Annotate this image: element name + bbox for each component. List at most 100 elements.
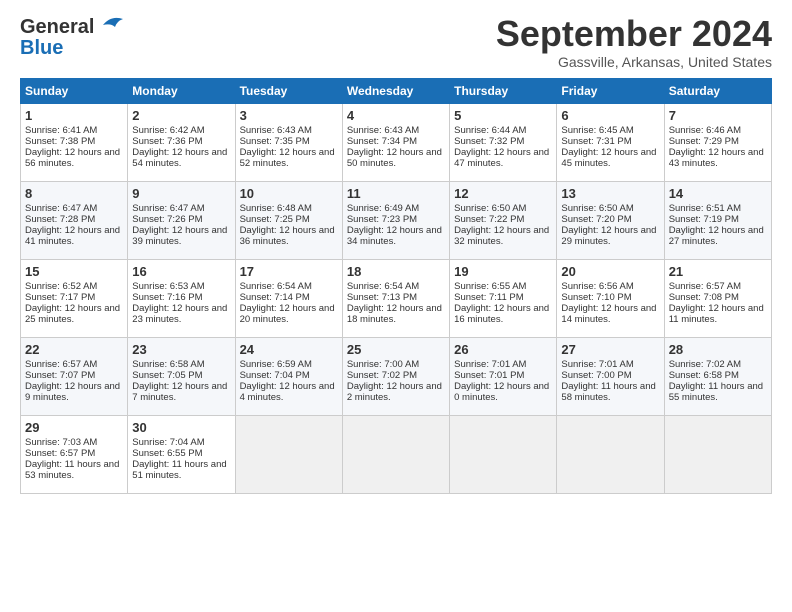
sunrise-text: Sunrise: 7:02 AM bbox=[669, 359, 741, 370]
calendar-week-2: 8Sunrise: 6:47 AMSunset: 7:28 PMDaylight… bbox=[21, 182, 772, 260]
calendar-cell: 13Sunrise: 6:50 AMSunset: 7:20 PMDayligh… bbox=[557, 182, 664, 260]
sunset-text: Sunset: 7:14 PM bbox=[240, 292, 310, 303]
sunrise-text: Sunrise: 6:47 AM bbox=[25, 203, 97, 214]
calendar-cell bbox=[342, 416, 449, 494]
sunrise-text: Sunrise: 6:56 AM bbox=[561, 281, 633, 292]
day-number: 4 bbox=[347, 108, 445, 123]
sunset-text: Sunset: 7:10 PM bbox=[561, 292, 631, 303]
sunset-text: Sunset: 7:31 PM bbox=[561, 136, 631, 147]
day-number: 18 bbox=[347, 264, 445, 279]
logo-blue-text: Blue bbox=[20, 37, 63, 60]
sunset-text: Sunset: 7:19 PM bbox=[669, 214, 739, 225]
calendar-cell: 22Sunrise: 6:57 AMSunset: 7:07 PMDayligh… bbox=[21, 338, 128, 416]
calendar-cell bbox=[235, 416, 342, 494]
sunrise-text: Sunrise: 6:50 AM bbox=[454, 203, 526, 214]
day-number: 26 bbox=[454, 342, 552, 357]
daylight-text: Daylight: 12 hours and 45 minutes. bbox=[561, 147, 656, 169]
sunset-text: Sunset: 7:04 PM bbox=[240, 370, 310, 381]
calendar-cell: 29Sunrise: 7:03 AMSunset: 6:57 PMDayligh… bbox=[21, 416, 128, 494]
sunrise-text: Sunrise: 6:55 AM bbox=[454, 281, 526, 292]
day-number: 27 bbox=[561, 342, 659, 357]
daylight-text: Daylight: 12 hours and 25 minutes. bbox=[25, 303, 120, 325]
daylight-text: Daylight: 12 hours and 23 minutes. bbox=[132, 303, 227, 325]
calendar-cell: 18Sunrise: 6:54 AMSunset: 7:13 PMDayligh… bbox=[342, 260, 449, 338]
daylight-text: Daylight: 12 hours and 7 minutes. bbox=[132, 381, 227, 403]
calendar-cell: 15Sunrise: 6:52 AMSunset: 7:17 PMDayligh… bbox=[21, 260, 128, 338]
daylight-text: Daylight: 11 hours and 53 minutes. bbox=[25, 459, 119, 481]
calendar-cell: 10Sunrise: 6:48 AMSunset: 7:25 PMDayligh… bbox=[235, 182, 342, 260]
calendar-cell: 24Sunrise: 6:59 AMSunset: 7:04 PMDayligh… bbox=[235, 338, 342, 416]
sunrise-text: Sunrise: 7:00 AM bbox=[347, 359, 419, 370]
sunrise-text: Sunrise: 6:59 AM bbox=[240, 359, 312, 370]
sunset-text: Sunset: 7:00 PM bbox=[561, 370, 631, 381]
sunset-text: Sunset: 7:25 PM bbox=[240, 214, 310, 225]
calendar-cell: 17Sunrise: 6:54 AMSunset: 7:14 PMDayligh… bbox=[235, 260, 342, 338]
daylight-text: Daylight: 12 hours and 56 minutes. bbox=[25, 147, 120, 169]
location: Gassville, Arkansas, United States bbox=[496, 54, 772, 70]
logo-text: General bbox=[20, 16, 94, 39]
calendar-cell: 3Sunrise: 6:43 AMSunset: 7:35 PMDaylight… bbox=[235, 104, 342, 182]
sunrise-text: Sunrise: 6:45 AM bbox=[561, 125, 633, 136]
daylight-text: Daylight: 12 hours and 20 minutes. bbox=[240, 303, 335, 325]
daylight-text: Daylight: 12 hours and 16 minutes. bbox=[454, 303, 549, 325]
month-title: September 2024 bbox=[496, 16, 772, 52]
sunset-text: Sunset: 7:29 PM bbox=[669, 136, 739, 147]
day-number: 28 bbox=[669, 342, 767, 357]
day-number: 2 bbox=[132, 108, 230, 123]
calendar-week-1: 1Sunrise: 6:41 AMSunset: 7:38 PMDaylight… bbox=[21, 104, 772, 182]
day-number: 29 bbox=[25, 420, 123, 435]
day-number: 15 bbox=[25, 264, 123, 279]
col-header-sunday: Sunday bbox=[21, 79, 128, 104]
calendar-cell: 16Sunrise: 6:53 AMSunset: 7:16 PMDayligh… bbox=[128, 260, 235, 338]
sunset-text: Sunset: 7:22 PM bbox=[454, 214, 524, 225]
sunrise-text: Sunrise: 7:03 AM bbox=[25, 437, 97, 448]
calendar-cell: 28Sunrise: 7:02 AMSunset: 6:58 PMDayligh… bbox=[664, 338, 771, 416]
calendar-cell bbox=[664, 416, 771, 494]
sunrise-text: Sunrise: 7:01 AM bbox=[454, 359, 526, 370]
sunset-text: Sunset: 7:34 PM bbox=[347, 136, 417, 147]
logo-bird-icon bbox=[97, 15, 125, 37]
sunset-text: Sunset: 7:26 PM bbox=[132, 214, 202, 225]
col-header-wednesday: Wednesday bbox=[342, 79, 449, 104]
calendar-cell: 26Sunrise: 7:01 AMSunset: 7:01 PMDayligh… bbox=[450, 338, 557, 416]
daylight-text: Daylight: 12 hours and 18 minutes. bbox=[347, 303, 442, 325]
sunset-text: Sunset: 7:05 PM bbox=[132, 370, 202, 381]
daylight-text: Daylight: 12 hours and 11 minutes. bbox=[669, 303, 764, 325]
daylight-text: Daylight: 12 hours and 54 minutes. bbox=[132, 147, 227, 169]
calendar-cell: 23Sunrise: 6:58 AMSunset: 7:05 PMDayligh… bbox=[128, 338, 235, 416]
sunrise-text: Sunrise: 6:52 AM bbox=[25, 281, 97, 292]
calendar-cell bbox=[557, 416, 664, 494]
sunset-text: Sunset: 7:16 PM bbox=[132, 292, 202, 303]
sunrise-text: Sunrise: 7:04 AM bbox=[132, 437, 204, 448]
day-number: 14 bbox=[669, 186, 767, 201]
calendar-cell: 20Sunrise: 6:56 AMSunset: 7:10 PMDayligh… bbox=[557, 260, 664, 338]
sunset-text: Sunset: 7:36 PM bbox=[132, 136, 202, 147]
sunset-text: Sunset: 6:55 PM bbox=[132, 448, 202, 459]
sunset-text: Sunset: 7:02 PM bbox=[347, 370, 417, 381]
calendar-cell: 14Sunrise: 6:51 AMSunset: 7:19 PMDayligh… bbox=[664, 182, 771, 260]
calendar-week-4: 22Sunrise: 6:57 AMSunset: 7:07 PMDayligh… bbox=[21, 338, 772, 416]
day-number: 7 bbox=[669, 108, 767, 123]
sunset-text: Sunset: 7:32 PM bbox=[454, 136, 524, 147]
col-header-monday: Monday bbox=[128, 79, 235, 104]
daylight-text: Daylight: 12 hours and 29 minutes. bbox=[561, 225, 656, 247]
daylight-text: Daylight: 12 hours and 0 minutes. bbox=[454, 381, 549, 403]
calendar-cell: 21Sunrise: 6:57 AMSunset: 7:08 PMDayligh… bbox=[664, 260, 771, 338]
sunrise-text: Sunrise: 6:41 AM bbox=[25, 125, 97, 136]
daylight-text: Daylight: 12 hours and 43 minutes. bbox=[669, 147, 764, 169]
sunrise-text: Sunrise: 6:48 AM bbox=[240, 203, 312, 214]
calendar-table: SundayMondayTuesdayWednesdayThursdayFrid… bbox=[20, 78, 772, 494]
day-number: 12 bbox=[454, 186, 552, 201]
day-number: 22 bbox=[25, 342, 123, 357]
title-area: September 2024 Gassville, Arkansas, Unit… bbox=[496, 16, 772, 70]
day-number: 30 bbox=[132, 420, 230, 435]
day-number: 10 bbox=[240, 186, 338, 201]
daylight-text: Daylight: 12 hours and 4 minutes. bbox=[240, 381, 335, 403]
day-number: 13 bbox=[561, 186, 659, 201]
daylight-text: Daylight: 12 hours and 47 minutes. bbox=[454, 147, 549, 169]
sunrise-text: Sunrise: 6:57 AM bbox=[25, 359, 97, 370]
daylight-text: Daylight: 12 hours and 50 minutes. bbox=[347, 147, 442, 169]
sunrise-text: Sunrise: 6:43 AM bbox=[240, 125, 312, 136]
sunrise-text: Sunrise: 6:46 AM bbox=[669, 125, 741, 136]
daylight-text: Daylight: 12 hours and 52 minutes. bbox=[240, 147, 335, 169]
